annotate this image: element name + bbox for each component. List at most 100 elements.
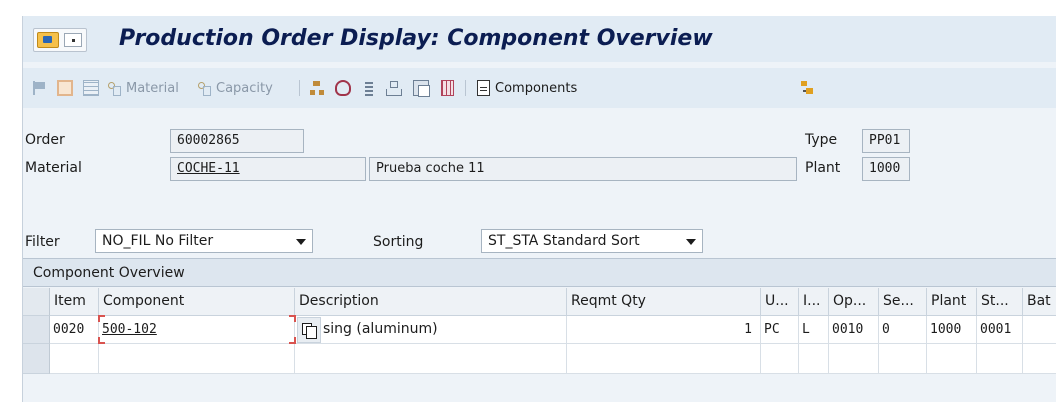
capacity-button-label: Capacity (216, 80, 273, 96)
flag-icon (31, 80, 47, 96)
material-button-label: Material (126, 80, 179, 96)
focus-corner (98, 315, 105, 322)
column-header-reqmt-qty[interactable]: Reqmt Qty (567, 288, 761, 316)
column-header-description[interactable]: Description (295, 288, 567, 316)
filter-label: Filter (25, 234, 60, 250)
filter-dropdown[interactable]: NO_FIL No Filter (95, 229, 313, 253)
dropdown-icon (64, 33, 82, 47)
row-selector[interactable] (23, 344, 50, 374)
filter-value: NO_FIL No Filter (102, 233, 214, 249)
cell-operation[interactable]: 0010 (829, 316, 879, 344)
panel-header: Component Overview (23, 259, 1056, 287)
cell-item[interactable]: 0020 (50, 316, 99, 344)
empty-cell[interactable] (977, 344, 1023, 374)
select-all-corner[interactable] (23, 288, 50, 316)
structure-tree-icon (799, 80, 815, 96)
main-content: Order 60002865 Type PP01 Material COCHE-… (23, 116, 1056, 402)
type-field[interactable]: PP01 (862, 129, 910, 153)
empty-cell[interactable] (879, 344, 927, 374)
column-header-component[interactable]: Component (99, 288, 295, 316)
column-header-storage[interactable]: St... (977, 288, 1023, 316)
cell-batch[interactable] (1023, 316, 1056, 344)
cell-description[interactable]: sing (aluminum) (295, 316, 567, 344)
components-button-label: Components (495, 80, 578, 96)
empty-cell[interactable] (1023, 344, 1056, 374)
sorting-label: Sorting (373, 234, 424, 250)
cell-plant[interactable]: 1000 (927, 316, 977, 344)
column-header-item-category[interactable]: I... (799, 288, 829, 316)
cell-sequence[interactable]: 0 (879, 316, 927, 344)
sorting-dropdown[interactable]: ST_STA Standard Sort (481, 229, 703, 253)
empty-cell[interactable] (50, 344, 99, 374)
hierarchy-button[interactable] (309, 78, 325, 98)
list-button[interactable] (365, 78, 373, 98)
column-header-plant[interactable]: Plant (927, 288, 977, 316)
hierarchy-icon (309, 80, 325, 96)
focus-corner (289, 337, 296, 344)
page-title: Production Order Display: Component Over… (119, 26, 713, 51)
focus-corner (98, 337, 105, 344)
list-icon (365, 80, 373, 96)
sap-window: Production Order Display: Component Over… (22, 16, 1056, 402)
panel-title: Component Overview (33, 265, 185, 281)
component-overview-panel: Component Overview Item Component Descri… (23, 258, 1056, 402)
chevron-down-icon (296, 239, 306, 245)
structure-overview-button[interactable] (799, 78, 815, 98)
structure-button[interactable] (385, 78, 402, 98)
cell-component[interactable]: 500-102 (99, 316, 295, 344)
page-icon (477, 80, 490, 96)
application-toolbar: Material Capacity Components (23, 68, 1056, 108)
cell-storage[interactable]: 0001 (977, 316, 1023, 344)
title-bar: Production Order Display: Component Over… (23, 16, 1056, 62)
column-header-operation[interactable]: Op... (829, 288, 879, 316)
table-icon (83, 80, 99, 96)
table-button[interactable] (83, 78, 99, 98)
row-selector[interactable] (23, 316, 50, 344)
empty-cell[interactable] (927, 344, 977, 374)
cell-item-category[interactable]: L (799, 316, 829, 344)
focus-corner (289, 315, 296, 322)
flag-button[interactable] (31, 78, 47, 98)
app-icon (37, 32, 59, 48)
structure-icon (385, 80, 402, 96)
database-button[interactable] (335, 78, 351, 98)
empty-cell[interactable] (829, 344, 879, 374)
empty-cell[interactable] (99, 344, 295, 374)
capacity-button[interactable]: Capacity (197, 78, 273, 98)
cell-unit[interactable]: PC (761, 316, 799, 344)
material-button[interactable]: Material (107, 78, 179, 98)
plant-label: Plant (805, 160, 841, 176)
toolbar-separator (299, 80, 300, 96)
chevron-down-icon (686, 239, 696, 245)
detail-icon (441, 80, 454, 96)
type-label: Type (805, 132, 838, 148)
cell-reqmt-qty[interactable]: 1 (567, 316, 761, 344)
detail-button[interactable] (441, 78, 454, 98)
copy-icon (413, 80, 430, 97)
empty-cell[interactable] (761, 344, 799, 374)
column-header-sequence[interactable]: Se... (879, 288, 927, 316)
database-icon (335, 80, 351, 96)
components-button[interactable]: Components (477, 78, 577, 98)
sorting-value: ST_STA Standard Sort (488, 233, 640, 249)
material-field[interactable]: COCHE-11 (170, 157, 366, 181)
value-help-icon (302, 323, 317, 339)
plant-field[interactable]: 1000 (862, 157, 910, 181)
value-help-button[interactable] (297, 317, 321, 343)
copy-button[interactable] (413, 78, 430, 98)
system-menu-button[interactable] (33, 28, 87, 52)
document-icon (57, 80, 73, 96)
people-icon (197, 80, 213, 96)
column-header-unit[interactable]: U... (761, 288, 799, 316)
column-header-batch[interactable]: Bat (1023, 288, 1056, 316)
toolbar-separator (465, 80, 466, 96)
material-label: Material (25, 160, 82, 176)
empty-cell[interactable] (295, 344, 567, 374)
material-description-field[interactable]: Prueba coche 11 (369, 157, 797, 181)
empty-cell[interactable] (799, 344, 829, 374)
document-button[interactable] (57, 78, 73, 98)
order-label: Order (25, 132, 65, 148)
empty-cell[interactable] (567, 344, 761, 374)
order-field[interactable]: 60002865 (170, 129, 304, 153)
column-header-item[interactable]: Item (50, 288, 99, 316)
